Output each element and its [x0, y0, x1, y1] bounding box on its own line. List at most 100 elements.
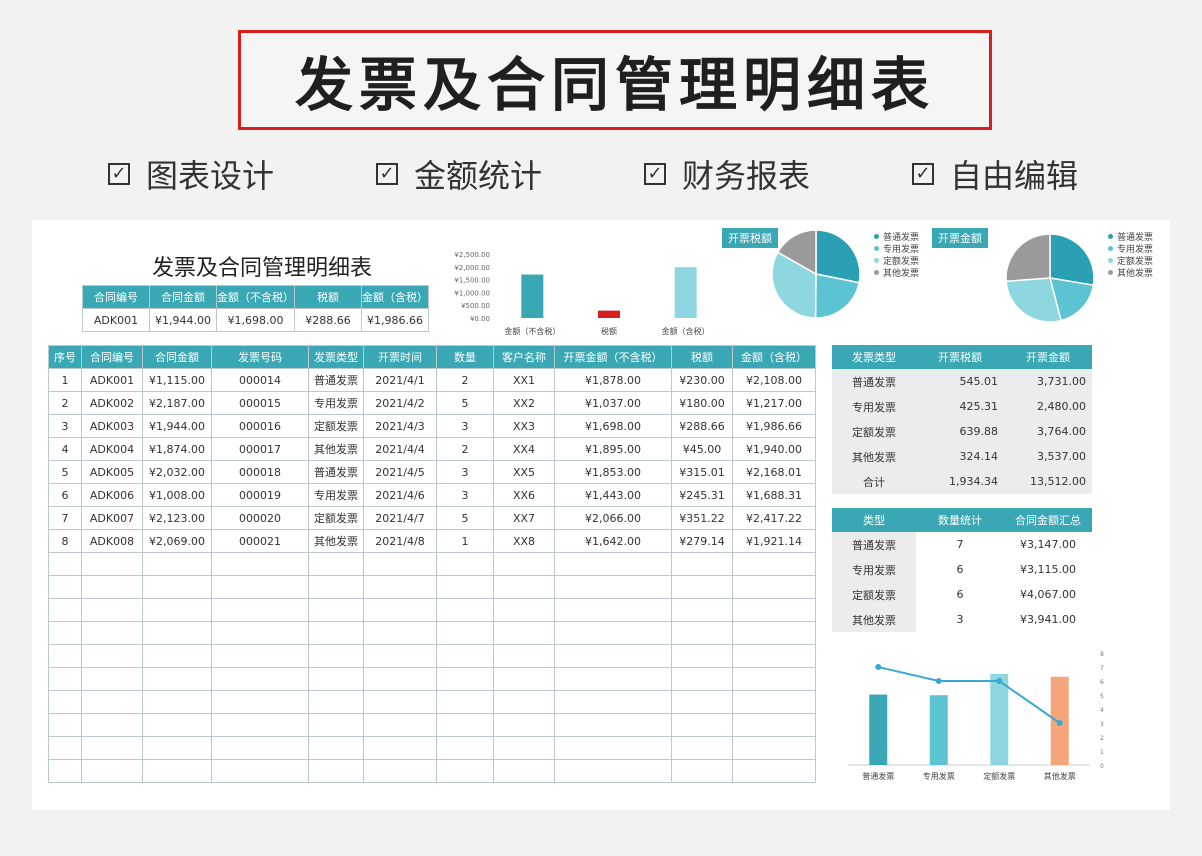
table-cell[interactable]: 6	[916, 557, 1004, 582]
table-cell[interactable]	[82, 622, 143, 645]
table-cell[interactable]	[437, 668, 494, 691]
table-cell[interactable]: XX7	[494, 507, 555, 530]
table-cell[interactable]: ¥3,115.00	[1004, 557, 1092, 582]
table-cell[interactable]: 5	[437, 392, 494, 415]
table-cell[interactable]	[437, 553, 494, 576]
table-cell[interactable]: 1,934.34	[916, 469, 1004, 494]
table-cell[interactable]: 定额发票	[832, 582, 916, 607]
table-cell[interactable]	[82, 645, 143, 668]
table-cell[interactable]: ADK007	[82, 507, 143, 530]
table-cell[interactable]	[82, 576, 143, 599]
column-header[interactable]: 数量统计	[916, 508, 1004, 532]
table-cell[interactable]	[672, 576, 733, 599]
table-cell[interactable]	[212, 737, 309, 760]
table-cell[interactable]: ¥1,115.00	[143, 369, 212, 392]
table-cell[interactable]: 普通发票	[832, 532, 916, 557]
table-cell[interactable]	[494, 576, 555, 599]
table-cell[interactable]	[309, 760, 364, 783]
summary-cell[interactable]: ¥1,986.66	[362, 309, 429, 332]
table-cell[interactable]: 2	[437, 369, 494, 392]
table-cell[interactable]: ¥1,037.00	[555, 392, 672, 415]
table-cell[interactable]: 专用发票	[832, 557, 916, 582]
table-row[interactable]: 定额发票6¥4,067.00	[832, 582, 1092, 607]
table-cell[interactable]	[212, 622, 309, 645]
table-cell[interactable]: 000015	[212, 392, 309, 415]
table-cell[interactable]	[672, 691, 733, 714]
table-row[interactable]: 合计1,934.3413,512.00	[832, 469, 1092, 494]
table-row[interactable]: 定额发票639.883,764.00	[832, 419, 1092, 444]
table-cell[interactable]	[364, 622, 437, 645]
table-cell[interactable]: ¥1,921.14	[733, 530, 816, 553]
table-cell[interactable]: ¥288.66	[672, 415, 733, 438]
empty-row[interactable]	[49, 760, 816, 783]
column-header[interactable]: 税额	[672, 346, 733, 369]
table-cell[interactable]	[143, 714, 212, 737]
table-cell[interactable]	[733, 622, 816, 645]
table-cell[interactable]	[309, 599, 364, 622]
table-row[interactable]: 4ADK004¥1,874.00000017其他发票2021/4/42XX4¥1…	[49, 438, 816, 461]
table-cell[interactable]	[555, 760, 672, 783]
table-cell[interactable]: 7	[916, 532, 1004, 557]
table-cell[interactable]: 2	[49, 392, 82, 415]
table-cell[interactable]: ¥2,066.00	[555, 507, 672, 530]
table-cell[interactable]	[494, 714, 555, 737]
table-cell[interactable]: ¥1,698.00	[555, 415, 672, 438]
column-header[interactable]: 客户名称	[494, 346, 555, 369]
table-row[interactable]: 专用发票425.312,480.00	[832, 394, 1092, 419]
table-cell[interactable]	[555, 691, 672, 714]
table-cell[interactable]: 定额发票	[309, 415, 364, 438]
table-cell[interactable]: 2,480.00	[1004, 394, 1092, 419]
table-cell[interactable]: 其他发票	[309, 438, 364, 461]
table-cell[interactable]	[672, 645, 733, 668]
table-cell[interactable]	[212, 645, 309, 668]
table-row[interactable]: 普通发票545.013,731.00	[832, 369, 1092, 394]
table-cell[interactable]	[143, 553, 212, 576]
table-cell[interactable]: ¥1,940.00	[733, 438, 816, 461]
table-cell[interactable]	[212, 691, 309, 714]
table-cell[interactable]: 5	[437, 507, 494, 530]
table-cell[interactable]	[555, 622, 672, 645]
table-cell[interactable]: ¥45.00	[672, 438, 733, 461]
table-cell[interactable]	[733, 714, 816, 737]
table-cell[interactable]: XX8	[494, 530, 555, 553]
table-cell[interactable]: 324.14	[916, 444, 1004, 469]
table-cell[interactable]	[143, 599, 212, 622]
column-header[interactable]: 合同金额汇总	[1004, 508, 1092, 532]
table-cell[interactable]	[672, 553, 733, 576]
table-cell[interactable]: ¥1,008.00	[143, 484, 212, 507]
table-cell[interactable]	[309, 576, 364, 599]
table-cell[interactable]: 2021/4/3	[364, 415, 437, 438]
table-cell[interactable]	[309, 691, 364, 714]
table-cell[interactable]	[309, 645, 364, 668]
table-cell[interactable]: 2021/4/8	[364, 530, 437, 553]
column-header[interactable]: 类型	[832, 508, 916, 532]
table-cell[interactable]: ¥2,123.00	[143, 507, 212, 530]
table-cell[interactable]	[437, 645, 494, 668]
table-cell[interactable]: 普通发票	[832, 369, 916, 394]
table-cell[interactable]: 1	[437, 530, 494, 553]
table-cell[interactable]: ¥1,944.00	[143, 415, 212, 438]
table-cell[interactable]: 3,537.00	[1004, 444, 1092, 469]
table-cell[interactable]	[49, 691, 82, 714]
table-cell[interactable]	[555, 645, 672, 668]
table-cell[interactable]: 4	[49, 438, 82, 461]
table-cell[interactable]	[672, 668, 733, 691]
empty-row[interactable]	[49, 737, 816, 760]
table-cell[interactable]: 000018	[212, 461, 309, 484]
table-cell[interactable]	[143, 737, 212, 760]
table-cell[interactable]	[733, 691, 816, 714]
empty-row[interactable]	[49, 553, 816, 576]
table-cell[interactable]	[212, 576, 309, 599]
table-cell[interactable]	[309, 668, 364, 691]
table-cell[interactable]: ¥1,688.31	[733, 484, 816, 507]
table-cell[interactable]	[672, 737, 733, 760]
column-header[interactable]: 金额（含税）	[733, 346, 816, 369]
table-cell[interactable]	[49, 645, 82, 668]
table-cell[interactable]: 8	[49, 530, 82, 553]
table-cell[interactable]: 专用发票	[832, 394, 916, 419]
table-cell[interactable]	[672, 714, 733, 737]
table-cell[interactable]: 000020	[212, 507, 309, 530]
table-cell[interactable]	[364, 737, 437, 760]
table-cell[interactable]: 000016	[212, 415, 309, 438]
table-cell[interactable]	[733, 668, 816, 691]
